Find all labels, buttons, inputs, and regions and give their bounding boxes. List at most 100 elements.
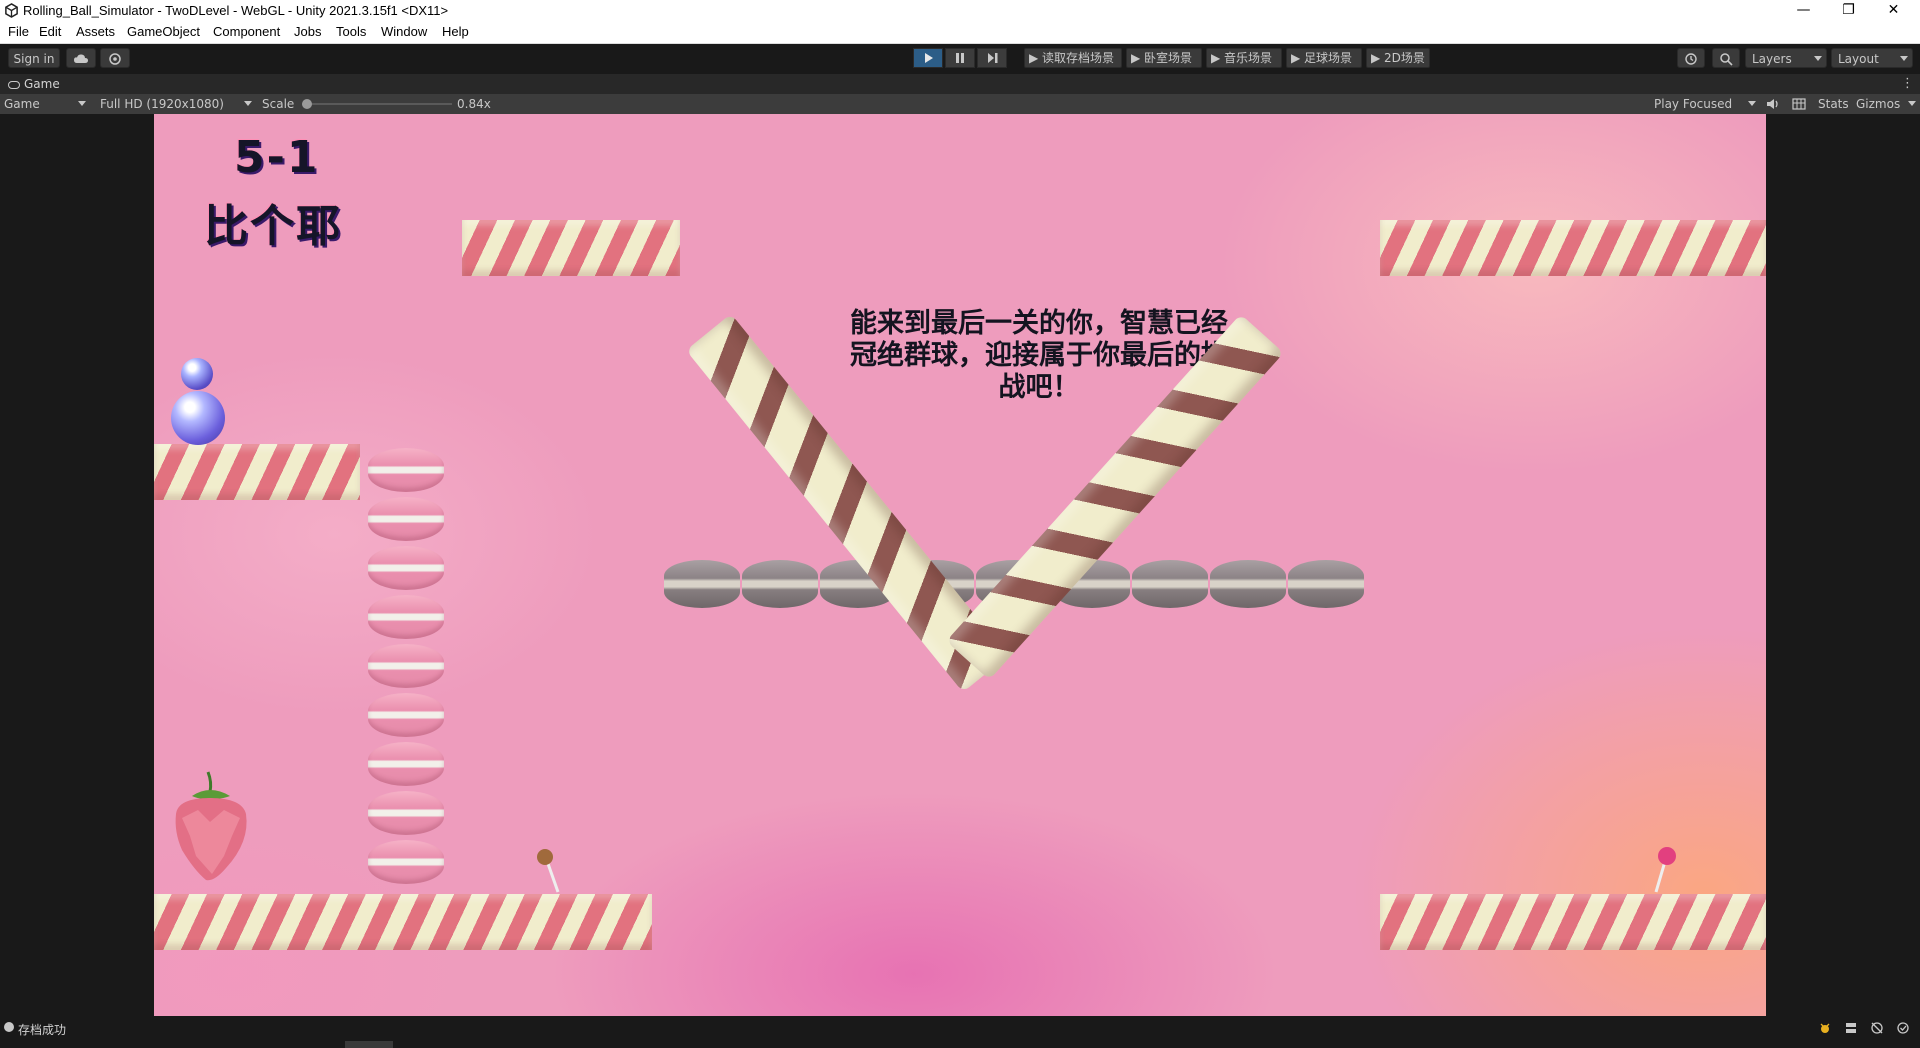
macaron-grey: [1288, 560, 1364, 608]
chevron-down-icon: [1748, 101, 1756, 106]
macaron-pink: [368, 448, 444, 492]
menu-component[interactable]: Component: [213, 24, 280, 39]
history-button[interactable]: [1677, 48, 1705, 68]
menu-edit[interactable]: Edit: [39, 24, 61, 39]
cache-server-icon[interactable]: [1844, 1021, 1858, 1035]
grid-toggle-icon[interactable]: [1792, 94, 1806, 116]
platform-bottom-right: [1380, 894, 1766, 950]
tab-menu-icon[interactable]: ⋮: [1901, 76, 1914, 91]
scene-button-music[interactable]: ▶ 音乐场景: [1206, 48, 1282, 68]
macaron-pink: [368, 546, 444, 590]
macaron-pink: [368, 644, 444, 688]
menu-help[interactable]: Help: [442, 24, 469, 39]
minimize-button[interactable]: —: [1781, 0, 1826, 22]
macaron-pink: [368, 742, 444, 786]
lollipop-brown: [534, 848, 574, 898]
status-scrollbar[interactable]: [345, 1041, 393, 1048]
chevron-down-icon: [1814, 56, 1822, 61]
window-titlebar: Rolling_Ball_Simulator - TwoDLevel - Web…: [0, 0, 1920, 22]
macaron-pink: [368, 840, 444, 884]
macaron-pink: [368, 791, 444, 835]
unity-logo-icon: [5, 3, 18, 18]
platform-top-left: [462, 220, 680, 276]
macaron-pink: [368, 497, 444, 541]
layout-label: Layout: [1838, 52, 1879, 66]
gizmos-dropdown[interactable]: Gizmos: [1856, 94, 1916, 114]
game-view-toolbar: Game Full HD (1920x1080) Scale 0.84x Pla…: [0, 94, 1920, 114]
strawberry: [168, 770, 254, 886]
scale-label: Scale: [262, 97, 295, 111]
macaron-pink: [368, 595, 444, 639]
pause-icon: [956, 53, 964, 63]
layers-label: Layers: [1752, 52, 1792, 66]
game-tab-strip: Game ⋮: [0, 74, 1920, 94]
layers-dropdown[interactable]: Layers: [1745, 48, 1827, 68]
macaron-grey: [742, 560, 818, 608]
sign-in-button[interactable]: Sign in: [8, 48, 60, 68]
tab-game[interactable]: Game: [0, 74, 68, 94]
cloud-button[interactable]: [66, 48, 96, 68]
restore-button[interactable]: ❐: [1826, 0, 1871, 22]
debug-icon[interactable]: [1818, 1021, 1832, 1035]
scale-slider-handle[interactable]: [302, 99, 312, 109]
macaron-stack: [368, 448, 448, 896]
step-button[interactable]: [977, 48, 1007, 68]
level-name: 比个耶: [204, 201, 342, 252]
status-bar: 存档成功: [0, 1016, 1920, 1048]
play-button[interactable]: [913, 48, 943, 68]
scene-button-load-save[interactable]: ▶ 读取存档场景: [1024, 48, 1122, 68]
macaron-grey: [664, 560, 740, 608]
platform-bottom-left: [154, 894, 652, 950]
info-icon: [4, 1022, 14, 1032]
chevron-down-icon: [1908, 101, 1916, 106]
play-mode-label: Play Focused: [1654, 97, 1733, 111]
display-label: Game: [4, 97, 40, 111]
search-icon: [1720, 53, 1733, 66]
chevron-down-icon: [1900, 56, 1908, 61]
tab-game-label: Game: [24, 77, 60, 91]
stats-button[interactable]: Stats: [1818, 94, 1849, 114]
scale-slider-track[interactable]: [302, 103, 452, 105]
scene-button-football[interactable]: ▶ 足球场景: [1286, 48, 1362, 68]
player-ball-large: [171, 391, 225, 445]
scene-button-2d[interactable]: ▶ 2D场景: [1366, 48, 1430, 68]
gamepad-icon: [8, 80, 20, 89]
close-button[interactable]: ✕: [1871, 0, 1916, 22]
menu-assets[interactable]: Assets: [76, 24, 115, 39]
collab-button[interactable]: [100, 48, 130, 68]
menu-window[interactable]: Window: [381, 24, 427, 39]
progress-check-icon[interactable]: [1896, 1021, 1910, 1035]
platform-top-right: [1380, 220, 1766, 276]
play-mode-dropdown[interactable]: Play Focused: [1654, 94, 1758, 114]
network-off-icon[interactable]: [1870, 1021, 1884, 1035]
chevron-down-icon: [78, 101, 86, 106]
layout-dropdown[interactable]: Layout: [1831, 48, 1913, 68]
mute-audio-icon[interactable]: [1766, 94, 1780, 116]
resolution-label: Full HD (1920x1080): [100, 97, 224, 111]
scene-button-bedroom[interactable]: ▶ 卧室场景: [1126, 48, 1202, 68]
cloud-icon: [74, 54, 88, 63]
play-icon: [925, 53, 933, 63]
gizmos-label: Gizmos: [1856, 97, 1901, 111]
menu-tools[interactable]: Tools: [336, 24, 366, 39]
macaron-pink: [368, 693, 444, 737]
menu-file[interactable]: File: [8, 24, 29, 39]
display-dropdown[interactable]: Game: [4, 94, 86, 114]
menu-jobs[interactable]: Jobs: [294, 24, 321, 39]
player-ball-small: [181, 358, 213, 390]
collab-icon: [109, 53, 121, 65]
pause-button[interactable]: [945, 48, 975, 68]
step-icon: [988, 53, 998, 63]
history-icon: [1685, 53, 1697, 65]
game-viewport[interactable]: 5-1 比个耶 能来到最后一关的你，智慧已经冠绝群球，迎接属于你最后的挑战吧！: [154, 114, 1766, 1016]
platform-left-ledge: [154, 444, 360, 500]
chevron-down-icon: [244, 101, 252, 106]
scale-value: 0.84x: [457, 97, 491, 111]
menu-bar: File Edit Assets GameObject Component Jo…: [0, 22, 1920, 44]
window-title: Rolling_Ball_Simulator - TwoDLevel - Web…: [23, 3, 449, 18]
level-number: 5-1: [234, 132, 320, 183]
menu-gameobject[interactable]: GameObject: [127, 24, 200, 39]
macaron-grey: [1132, 560, 1208, 608]
resolution-dropdown[interactable]: Full HD (1920x1080): [100, 94, 254, 114]
search-button[interactable]: [1712, 48, 1740, 68]
